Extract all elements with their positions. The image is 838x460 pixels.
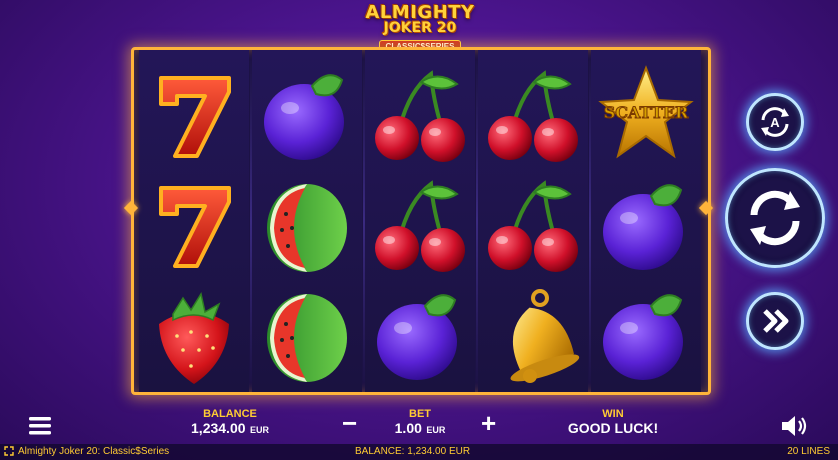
fullscreen-icon[interactable] xyxy=(4,446,14,459)
symbol-cherry xyxy=(365,60,475,170)
balance-value: 1,234.00 xyxy=(191,420,246,436)
scatter-label: SCATTER xyxy=(604,103,689,122)
symbol-cherry xyxy=(478,170,588,280)
symbol-cherry xyxy=(478,60,588,170)
symbol-watermelon xyxy=(252,280,362,390)
win-label: WIN xyxy=(602,408,624,420)
fast-forward-icon xyxy=(763,309,789,333)
symbol-plum xyxy=(365,280,475,390)
symbol-cherry xyxy=(365,170,475,280)
symbol-seven xyxy=(139,170,249,280)
bet-increase-button[interactable]: + xyxy=(481,410,496,436)
status-bar: Almighty Joker 20: Classic$Series BALANC… xyxy=(0,444,838,460)
symbol-scatter: SCATTER xyxy=(591,60,701,170)
symbol-strawberry xyxy=(139,280,249,390)
balance-currency: EUR xyxy=(249,425,269,435)
autoplay-icon: A xyxy=(761,107,789,137)
symbol-plum xyxy=(591,170,701,280)
status-balance-text: BALANCE: 1,234.00 EUR xyxy=(355,446,471,457)
bet-decrease-button[interactable]: − xyxy=(342,410,357,436)
spin-icon xyxy=(750,190,800,246)
reels-frame: SCATTER xyxy=(131,47,711,395)
bet-currency: EUR xyxy=(426,425,446,435)
symbol-bell xyxy=(478,280,588,390)
symbol-plum xyxy=(252,60,362,170)
lines-count-text: 20 LINES xyxy=(787,446,830,457)
speaker-icon xyxy=(782,416,807,436)
bet-value: 1.00 xyxy=(394,420,422,436)
bet-display: BET 1.00 EUR xyxy=(375,408,465,438)
symbol-plum xyxy=(591,280,701,390)
menu-button[interactable] xyxy=(28,415,52,437)
win-display: WIN GOOD LUCK! xyxy=(548,408,678,436)
balance-label: BALANCE xyxy=(203,408,257,420)
spin-button[interactable] xyxy=(725,168,825,268)
bet-label: BET xyxy=(409,408,431,420)
sound-button[interactable] xyxy=(780,414,810,438)
symbol-watermelon xyxy=(252,170,362,280)
balance-display: BALANCE 1,234.00 EUR xyxy=(170,408,290,438)
menu-icon xyxy=(29,417,51,435)
autoplay-button[interactable]: A xyxy=(746,93,804,151)
symbol-seven xyxy=(139,60,249,170)
svg-text:A: A xyxy=(770,115,780,130)
turbo-button[interactable] xyxy=(746,292,804,350)
game-title-text: Almighty Joker 20: Classic$Series xyxy=(18,446,170,457)
win-value: GOOD LUCK! xyxy=(567,420,659,436)
